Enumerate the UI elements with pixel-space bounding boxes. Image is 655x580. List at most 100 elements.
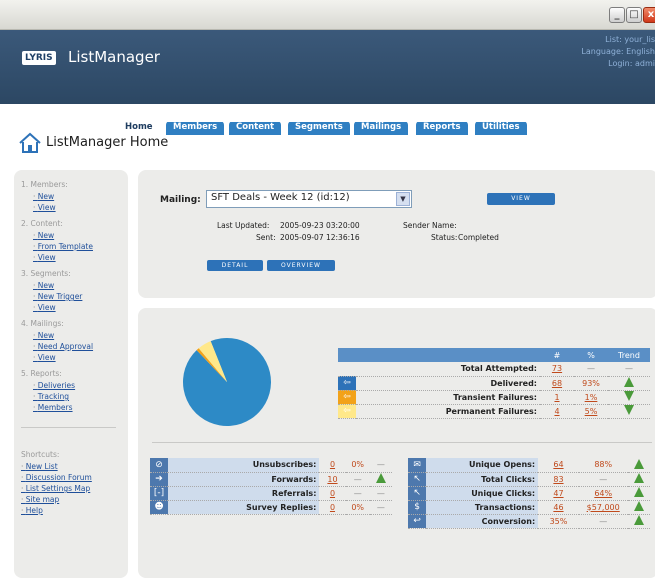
response-count[interactable]: 0 xyxy=(319,500,346,515)
stats-panel: # % Trend Total Attempted: 73 — — ⇦ Deli… xyxy=(138,308,655,578)
sidebar-link-content-template[interactable]: From Template xyxy=(33,241,121,252)
response-row-forwards: ➔ Forwards: 10 — xyxy=(150,472,392,487)
mailing-select[interactable]: SFT Deals - Week 12 (id:12) ▼ xyxy=(206,190,412,208)
sidebar-link-members-view[interactable]: View xyxy=(33,202,121,213)
trend-down-icon xyxy=(624,391,634,401)
close-button[interactable]: x xyxy=(643,7,655,23)
sidebar-link-reports-deliveries[interactable]: Deliveries xyxy=(33,380,121,391)
sidebar-link-segments-trigger[interactable]: New Trigger xyxy=(33,291,121,302)
sidebar-link-reports-tracking[interactable]: Tracking xyxy=(33,391,121,402)
mailing-label: Mailing: xyxy=(160,195,201,205)
response-label: Unsubscribes: xyxy=(168,458,320,473)
arrow-left-icon: ⇦ xyxy=(338,376,356,391)
sidebar-link-reports-members[interactable]: Members xyxy=(33,402,121,413)
sidebar-section-members: 1. Members: xyxy=(21,180,68,189)
maximize-button[interactable]: □ xyxy=(626,7,642,23)
response-row-total-clicks: ↖ Total Clicks: 83 — xyxy=(408,472,650,487)
response-label: Referrals: xyxy=(168,486,320,501)
lyris-logo: LYRIS xyxy=(22,51,56,65)
sidebar-link-mailings-approval[interactable]: Need Approval xyxy=(33,341,121,352)
sidebar-link-segments-view[interactable]: View xyxy=(33,302,121,313)
last-updated-label: Last Updated: xyxy=(217,221,270,230)
delivery-row-attempted: Total Attempted: 73 — — xyxy=(338,362,650,377)
trend-up-icon xyxy=(633,515,644,525)
response-pct[interactable]: 64% xyxy=(578,486,628,501)
trend-down-icon xyxy=(624,405,634,415)
response-row-conversion: ↩ Conversion: 35% — xyxy=(408,514,650,529)
shortcut-discussion-forum[interactable]: Discussion Forum xyxy=(21,472,121,483)
response-pct: 0% xyxy=(345,500,370,515)
sidebar: 1. Members: New View 2. Content: New Fro… xyxy=(14,170,128,578)
page-title: ListManager Home xyxy=(46,135,169,150)
tab-content[interactable]: Content xyxy=(229,121,282,135)
view-button[interactable]: VIEW xyxy=(487,193,555,205)
shortcut-list-settings-map[interactable]: List Settings Map xyxy=(21,483,121,494)
response-label: Unique Opens: xyxy=(426,458,539,473)
response-count[interactable]: 0 xyxy=(319,486,346,501)
tab-members[interactable]: Members xyxy=(166,121,225,135)
shortcut-help[interactable]: Help xyxy=(21,505,121,516)
response-label: Survey Replies: xyxy=(168,500,320,515)
response-count[interactable]: 10 xyxy=(319,472,346,487)
response-count[interactable]: 0 xyxy=(319,458,346,473)
forward-icon: ➔ xyxy=(150,472,169,487)
response-pct[interactable]: $57,000 xyxy=(578,500,628,515)
sidebar-link-content-view[interactable]: View xyxy=(33,252,121,263)
response-row-unsubscribes: ⊘ Unsubscribes: 0 0% — xyxy=(150,458,392,473)
mailing-select-value: SFT Deals - Week 12 (id:12) xyxy=(211,192,350,203)
shortcut-new-list[interactable]: New List xyxy=(21,461,121,472)
sidebar-link-mailings-view[interactable]: View xyxy=(33,352,121,363)
overview-button[interactable]: OVERVIEW xyxy=(267,260,335,271)
response-label: Total Clicks: xyxy=(426,472,539,487)
sidebar-link-segments-new[interactable]: New xyxy=(33,280,121,291)
delivery-count[interactable]: 68 xyxy=(540,376,574,391)
minimize-button[interactable]: _ xyxy=(609,7,625,23)
delivery-count[interactable]: 1 xyxy=(540,390,574,405)
delivery-row-permanent: ⇦ Permanent Failures: 4 5% xyxy=(338,404,650,419)
delivery-trend: — xyxy=(608,362,650,377)
survey-icon: ☻ xyxy=(150,500,169,515)
response-count[interactable]: 83 xyxy=(538,472,579,487)
response-count: 35% xyxy=(538,514,579,529)
stats-divider xyxy=(152,442,652,443)
detail-button[interactable]: DETAIL xyxy=(207,260,263,271)
app-header: LYRIS ListManager List: your_lis Languag… xyxy=(0,30,655,138)
delivery-pct: — xyxy=(574,362,608,377)
dollar-icon: $ xyxy=(408,500,427,515)
delivery-count[interactable]: 4 xyxy=(540,404,574,419)
chevron-down-icon[interactable]: ▼ xyxy=(396,192,410,206)
trend-up-icon xyxy=(624,377,634,387)
response-label: Unique Clicks: xyxy=(426,486,539,501)
delivery-pct[interactable]: 5% xyxy=(574,404,608,419)
cursor-click-icon: ↖ xyxy=(408,486,427,501)
shortcut-site-map[interactable]: Site map xyxy=(21,494,121,505)
delivery-count[interactable]: 73 xyxy=(540,362,574,377)
sidebar-link-members-new[interactable]: New xyxy=(33,191,121,202)
response-row-survey: ☻ Survey Replies: 0 0% — xyxy=(150,500,392,515)
cursor-icon: ↖ xyxy=(408,472,427,487)
tab-utilities[interactable]: Utilities xyxy=(475,121,527,135)
user-list: List: your_lis xyxy=(605,35,655,44)
response-count[interactable]: 47 xyxy=(538,486,579,501)
sidebar-link-content-new[interactable]: New xyxy=(33,230,121,241)
tab-segments[interactable]: Segments xyxy=(288,121,350,135)
user-language: Language: English xyxy=(581,47,655,56)
status-value: Completed xyxy=(458,233,499,242)
response-pct: 88% xyxy=(578,458,628,473)
tab-mailings[interactable]: Mailings xyxy=(354,121,409,135)
status-label: Status: xyxy=(431,233,458,242)
delivery-pct[interactable]: 1% xyxy=(574,390,608,405)
user-login: Login: admi xyxy=(608,59,655,68)
response-row-transactions: $ Transactions: 46 $57,000 xyxy=(408,500,650,515)
tab-reports[interactable]: Reports xyxy=(416,121,468,135)
response-row-unique-opens: ✉ Unique Opens: 64 88% xyxy=(408,458,650,473)
sidebar-section-content: 2. Content: xyxy=(21,219,63,228)
delivery-row-transient: ⇦ Transient Failures: 1 1% xyxy=(338,390,650,405)
trend-up-icon xyxy=(633,501,644,511)
response-pct: — xyxy=(578,514,628,529)
sidebar-link-mailings-new[interactable]: New xyxy=(33,330,121,341)
response-count[interactable]: 64 xyxy=(538,458,579,473)
brackets-icon: [-] xyxy=(150,486,169,501)
response-count[interactable]: 46 xyxy=(538,500,579,515)
trend-up-icon xyxy=(633,458,644,469)
